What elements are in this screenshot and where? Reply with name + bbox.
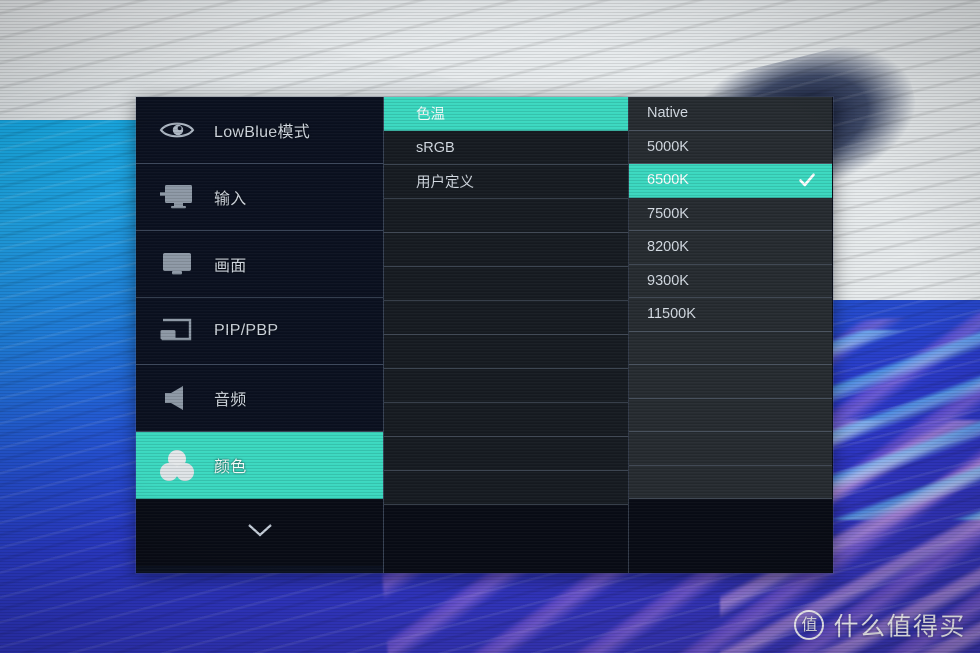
- sidebar-item-lowblue[interactable]: LowBlue模式: [136, 97, 383, 164]
- value-item-empty: [629, 331, 832, 365]
- submenu-item-color-temperature[interactable]: 色温: [384, 97, 628, 131]
- sidebar-item-label: LowBlue模式: [214, 124, 311, 141]
- sidebar-item-pip-pbp[interactable]: PIP/PBP: [136, 298, 383, 365]
- submenu-item-empty: [384, 437, 628, 471]
- chevron-down-icon: [247, 523, 273, 542]
- monitor-osd-panel: LowBlue模式 输入 画面 PIP/PBP 音频 颜色 色温 sRGB 用户…: [136, 97, 833, 573]
- value-item-empty: [629, 465, 832, 499]
- pip-pbp-icon: [154, 314, 200, 348]
- watermark-text: 什么值得买: [833, 612, 966, 641]
- eye-icon: [154, 113, 200, 147]
- submenu-item-srgb[interactable]: sRGB: [384, 131, 628, 165]
- value-item-label: 8200K: [647, 239, 689, 256]
- osd-sidebar: LowBlue模式 输入 画面 PIP/PBP 音频 颜色: [136, 97, 384, 573]
- value-item-native[interactable]: Native: [629, 97, 832, 131]
- picture-icon: [154, 247, 200, 281]
- value-list-filler: [629, 499, 832, 533]
- input-monitor-icon: [154, 180, 200, 214]
- submenu-list: 色温 sRGB 用户定义: [384, 97, 628, 539]
- submenu-item-empty: [384, 369, 628, 403]
- sidebar-item-input[interactable]: 输入: [136, 164, 383, 231]
- sidebar-item-picture[interactable]: 画面: [136, 231, 383, 298]
- submenu-item-label: 色温: [416, 107, 445, 123]
- submenu-item-empty: [384, 403, 628, 437]
- value-item-label: Native: [647, 105, 689, 122]
- sidebar-scroll-down-button[interactable]: [136, 499, 383, 566]
- value-item-5000k[interactable]: 5000K: [629, 130, 832, 164]
- submenu-item-empty: [384, 267, 628, 301]
- color-circles-icon: [154, 448, 200, 482]
- value-item-empty: [629, 398, 832, 432]
- value-item-label: 5000K: [647, 138, 689, 155]
- value-item-9300k[interactable]: 9300K: [629, 264, 832, 298]
- sidebar-item-color[interactable]: 颜色: [136, 432, 383, 499]
- submenu-item-empty: [384, 233, 628, 267]
- speaker-icon: [154, 381, 200, 415]
- watermark: 值 什么值得买: [794, 607, 966, 643]
- submenu-item-label: 用户定义: [416, 175, 474, 191]
- check-icon: [798, 171, 816, 189]
- submenu-item-user-define[interactable]: 用户定义: [384, 165, 628, 199]
- value-item-label: 6500K: [647, 172, 689, 189]
- value-item-7500k[interactable]: 7500K: [629, 197, 832, 231]
- submenu-item-empty: [384, 471, 628, 505]
- smzdm-logo-icon: 值: [794, 610, 825, 640]
- osd-submenu: 色温 sRGB 用户定义: [384, 97, 629, 573]
- sidebar-item-label: 颜色: [214, 459, 247, 476]
- submenu-item-label: sRGB: [416, 139, 455, 156]
- value-item-6500k[interactable]: 6500K: [629, 164, 832, 198]
- value-item-empty: [629, 432, 832, 466]
- sidebar-item-label: PIP/PBP: [214, 322, 279, 339]
- value-item-label: 7500K: [647, 205, 689, 222]
- osd-value-list: Native 5000K 6500K 7500K 8200K 9300K 115…: [629, 97, 832, 573]
- sidebar-item-label: 音频: [214, 392, 247, 409]
- wallpaper-cyan-streaks: [830, 330, 980, 520]
- value-item-11500k[interactable]: 11500K: [629, 298, 832, 332]
- submenu-item-empty: [384, 199, 628, 233]
- sidebar-item-label: 输入: [214, 191, 247, 208]
- submenu-item-empty: [384, 335, 628, 369]
- screenshot-root: LowBlue模式 输入 画面 PIP/PBP 音频 颜色 色温 sRGB 用户…: [0, 0, 980, 653]
- value-item-label: 11500K: [647, 306, 696, 323]
- submenu-filler: [384, 505, 628, 539]
- value-item-label: 9300K: [647, 272, 689, 289]
- value-item-8200k[interactable]: 8200K: [629, 231, 832, 265]
- submenu-item-empty: [384, 301, 628, 335]
- value-item-empty: [629, 365, 832, 399]
- sidebar-item-label: 画面: [214, 258, 247, 275]
- sidebar-item-audio[interactable]: 音频: [136, 365, 383, 432]
